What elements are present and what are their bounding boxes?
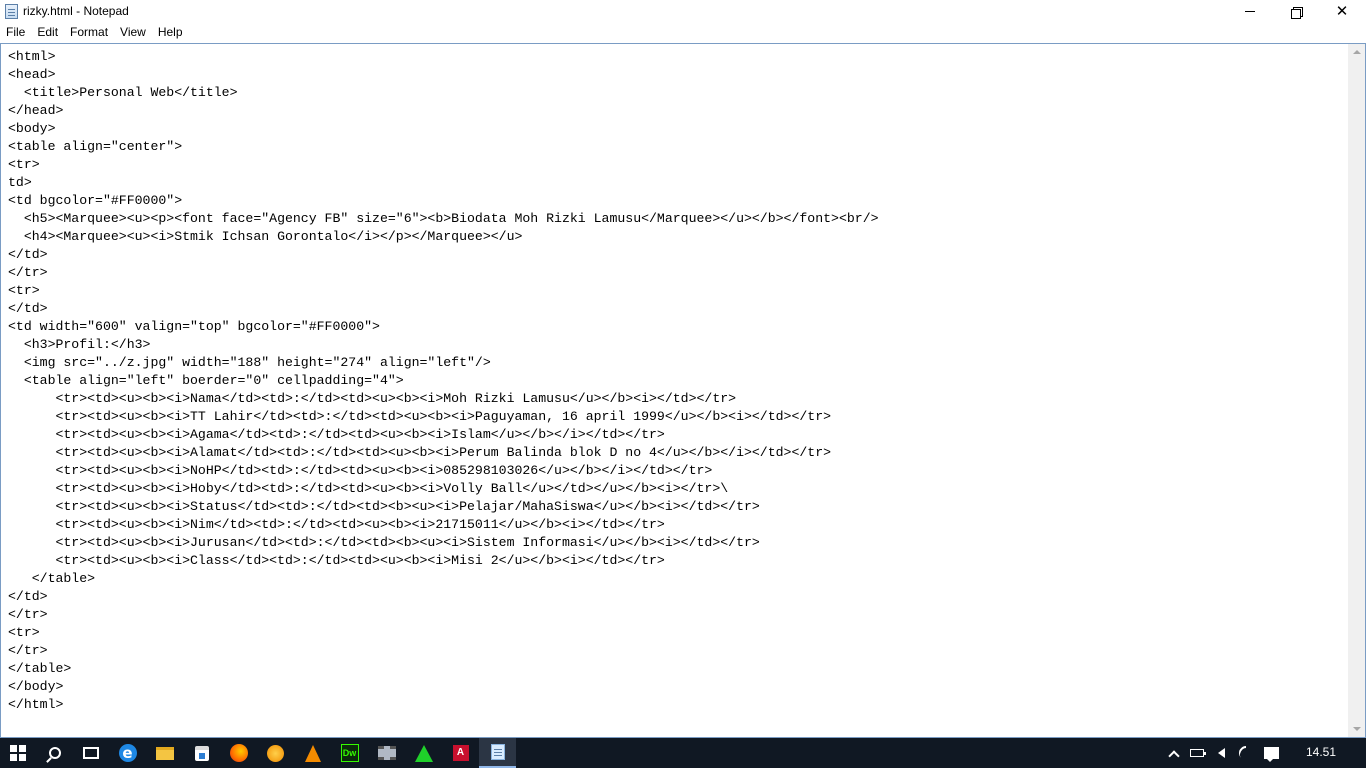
vertical-scrollbar[interactable] [1348,44,1365,737]
speaker-icon [1217,748,1225,758]
search-button[interactable] [36,738,73,768]
taskbar-clock[interactable]: 14.51 [1296,738,1346,768]
windows-logo-icon [10,745,26,761]
dreamweaver-button[interactable]: Dw [331,738,368,768]
maximize-button[interactable] [1273,0,1319,23]
vlc-button[interactable] [294,738,331,768]
restore-icon [1291,6,1303,19]
text-editor[interactable]: <html> <head> <title>Personal Web</title… [0,43,1366,738]
battery-icon [1190,749,1206,757]
close-button[interactable]: ✕ [1319,0,1365,23]
video-app-button[interactable] [368,738,405,768]
flux-icon [267,744,284,762]
menu-view[interactable]: View [114,23,152,43]
chevron-up-icon [1168,749,1180,762]
notepad-button[interactable] [479,738,516,768]
acrobat-button[interactable]: A [442,738,479,768]
green-app-button[interactable] [405,738,442,768]
show-hidden-icons-button[interactable] [1166,746,1182,762]
minimize-icon [1245,11,1255,12]
task-view-icon [82,747,99,759]
green-triangle-icon [414,744,433,762]
menu-file[interactable]: File [0,23,31,43]
menu-format[interactable]: Format [64,23,114,43]
minimize-button[interactable] [1227,0,1273,23]
scroll-up-icon[interactable] [1353,50,1361,54]
store-icon [194,745,209,761]
scroll-down-icon[interactable] [1353,727,1361,731]
film-icon [377,746,396,760]
file-explorer-button[interactable] [146,738,183,768]
battery-button[interactable] [1188,746,1206,760]
store-button[interactable] [183,738,220,768]
menu-bar: File Edit Format View Help [0,23,1366,43]
menu-help[interactable]: Help [152,23,189,43]
menu-edit[interactable]: Edit [31,23,64,43]
window-title: rizky.html - Notepad [23,4,129,18]
edge-button[interactable]: e [109,738,146,768]
acrobat-icon: A [452,745,469,761]
folder-icon [155,746,174,760]
taskbar: e Dw A 14.51 [0,738,1366,768]
editor-text[interactable]: <html> <head> <title>Personal Web</title… [8,48,1338,736]
action-center-button[interactable] [1262,746,1280,762]
start-button[interactable] [0,738,36,768]
edge-icon: e [118,744,137,762]
vlc-icon [304,744,321,762]
notification-icon [1263,747,1279,762]
wifi-icon [1236,743,1256,763]
task-view-button[interactable] [72,738,109,768]
close-icon: ✕ [1335,3,1349,20]
title-bar: rizky.html - Notepad ✕ [0,0,1366,23]
dreamweaver-icon: Dw [340,744,359,762]
flux-button[interactable] [257,738,294,768]
network-button[interactable] [1236,743,1256,763]
firefox-icon [229,744,248,762]
search-icon [48,747,61,759]
notepad-icon [490,744,505,760]
firefox-button[interactable] [220,738,257,768]
volume-button[interactable] [1212,746,1230,760]
notepad-icon [5,4,18,19]
